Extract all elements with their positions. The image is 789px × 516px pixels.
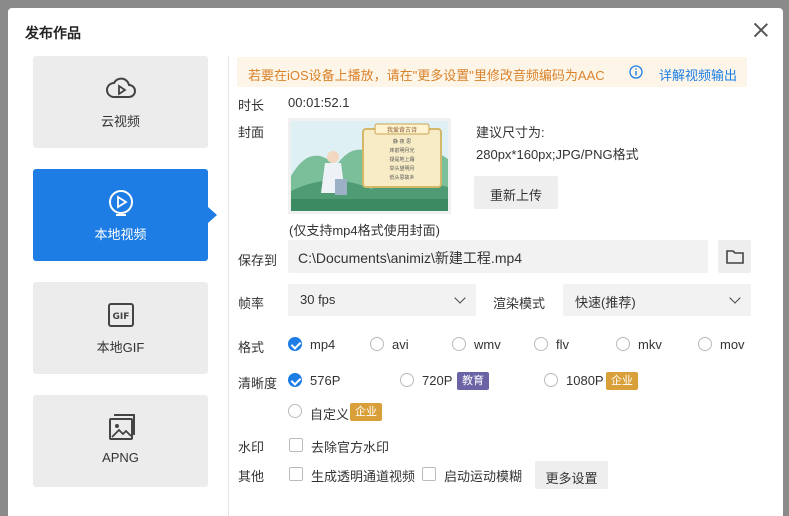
browse-folder-button[interactable] [718, 240, 751, 273]
play-circle-icon [109, 190, 133, 216]
thumb-line: 举头望明月 [389, 165, 414, 172]
svg-text:GIF: GIF [113, 312, 130, 322]
format-radio-mp4[interactable] [288, 337, 302, 351]
cover-label: 封面 [238, 125, 265, 140]
edu-badge: 教育 [457, 372, 489, 390]
alpha-channel-checkbox[interactable] [289, 467, 303, 481]
quality-option-label: 576P [310, 373, 341, 388]
format-option-label: mov [720, 337, 745, 352]
sidebar-item-apng[interactable]: APNG [33, 395, 208, 487]
format-option-label: flv [556, 337, 569, 352]
other-label: 其他 [238, 469, 265, 484]
image-icon [109, 414, 135, 440]
quality-radio-custom[interactable] [288, 404, 302, 418]
cloud-play-icon [106, 77, 136, 98]
cover-size-hint-title: 建议尺寸为: [476, 125, 545, 140]
thumb-line: 床前明月光 [389, 147, 414, 154]
reupload-button[interactable]: 重新上传 [474, 176, 558, 209]
fps-select-value: 30 fps [300, 292, 336, 307]
format-option-label: mp4 [310, 337, 336, 352]
quality-option-label: 自定义 [310, 407, 350, 422]
remove-watermark-checkbox[interactable] [289, 438, 303, 452]
video-output-help-link[interactable]: 详解视频输出 [659, 65, 737, 84]
format-option-label: avi [392, 337, 409, 352]
format-radio-avi[interactable] [370, 337, 384, 351]
sidebar-item-label: 本地视频 [94, 227, 147, 242]
duration-label: 时长 [238, 98, 265, 113]
thumb-line: 低头思故乡 [389, 174, 414, 181]
enterprise-badge: 企业 [606, 372, 638, 390]
sidebar-item-local-gif[interactable]: GIF 本地GIF [33, 282, 208, 374]
quality-radio-576p[interactable] [288, 373, 302, 387]
cover-size-hint: 280px*160px;JPG/PNG格式 [476, 147, 639, 162]
sidebar-item-local-video[interactable]: 本地视频 [33, 169, 217, 261]
sidebar-item-label: 云视频 [100, 114, 140, 129]
more-settings-button[interactable]: 更多设置 [535, 461, 608, 489]
format-radio-mkv[interactable] [616, 337, 630, 351]
chevron-down-icon [454, 292, 466, 304]
folder-icon [726, 250, 744, 264]
quality-radio-1080p[interactable] [544, 373, 558, 387]
save-label: 保存到 [238, 253, 278, 268]
info-icon [629, 65, 643, 79]
sidebar-item-cloud-video[interactable]: 云视频 [33, 56, 208, 148]
quality-option-label: 720P [422, 373, 453, 388]
save-path-input[interactable]: C:\Documents\animiz\新建工程.mp4 [288, 240, 708, 273]
sidebar-item-label: APNG [102, 450, 139, 465]
quality-label: 清晰度 [238, 376, 278, 391]
remove-watermark-label: 去除官方水印 [311, 440, 390, 455]
publish-dialog: 发布作品 云视频 本地视频 GIF 本地GIF APNG 若要在iOS设备上播放… [8, 8, 783, 516]
ios-notice-bar: 若要在iOS设备上播放，请在"更多设置"里修改音频编码为AAC 详解视频输出 [237, 57, 747, 87]
fps-label: 帧率 [238, 296, 265, 311]
quality-option-label: 1080P [566, 373, 604, 388]
cover-image: 我爱背古诗 静 夜 思 床前明月光 疑是地上霜 举头望明月 低头思故乡 [291, 121, 448, 211]
close-icon[interactable] [753, 22, 769, 38]
render-mode-value: 快速(推荐) [575, 295, 636, 310]
render-mode-label: 渲染模式 [493, 296, 546, 311]
motion-blur-label: 启动运动模糊 [444, 469, 523, 484]
enterprise-badge: 企业 [350, 403, 382, 421]
alpha-channel-label: 生成透明通道视频 [311, 469, 416, 484]
fps-select[interactable]: 30 fps [288, 284, 476, 316]
sidebar-divider [228, 56, 229, 516]
sidebar-item-label: 本地GIF [96, 340, 145, 355]
quality-radio-720p[interactable] [400, 373, 414, 387]
motion-blur-checkbox[interactable] [422, 467, 436, 481]
gif-icon: GIF [108, 303, 134, 327]
watermark-label: 水印 [238, 440, 265, 455]
duration-value: 00:01:52.1 [288, 95, 350, 110]
cover-thumbnail[interactable]: 我爱背古诗 静 夜 思 床前明月光 疑是地上霜 举头望明月 低头思故乡 [288, 118, 451, 214]
format-radio-flv[interactable] [534, 337, 548, 351]
format-option-label: wmv [474, 337, 501, 352]
thumb-title: 我爱背古诗 [387, 126, 417, 134]
chevron-down-icon [729, 292, 741, 304]
cover-format-note: (仅支持mp4格式使用封面) [289, 223, 440, 238]
format-radio-wmv[interactable] [452, 337, 466, 351]
format-label: 格式 [238, 340, 265, 355]
format-option-label: mkv [638, 337, 662, 352]
thumb-line: 疑是地上霜 [389, 156, 414, 163]
thumb-line: 静 夜 思 [393, 138, 411, 145]
notice-text: 若要在iOS设备上播放，请在"更多设置"里修改音频编码为AAC [248, 68, 605, 83]
render-mode-select[interactable]: 快速(推荐) [563, 284, 751, 316]
format-radio-mov[interactable] [698, 337, 712, 351]
dialog-title: 发布作品 [25, 25, 81, 41]
